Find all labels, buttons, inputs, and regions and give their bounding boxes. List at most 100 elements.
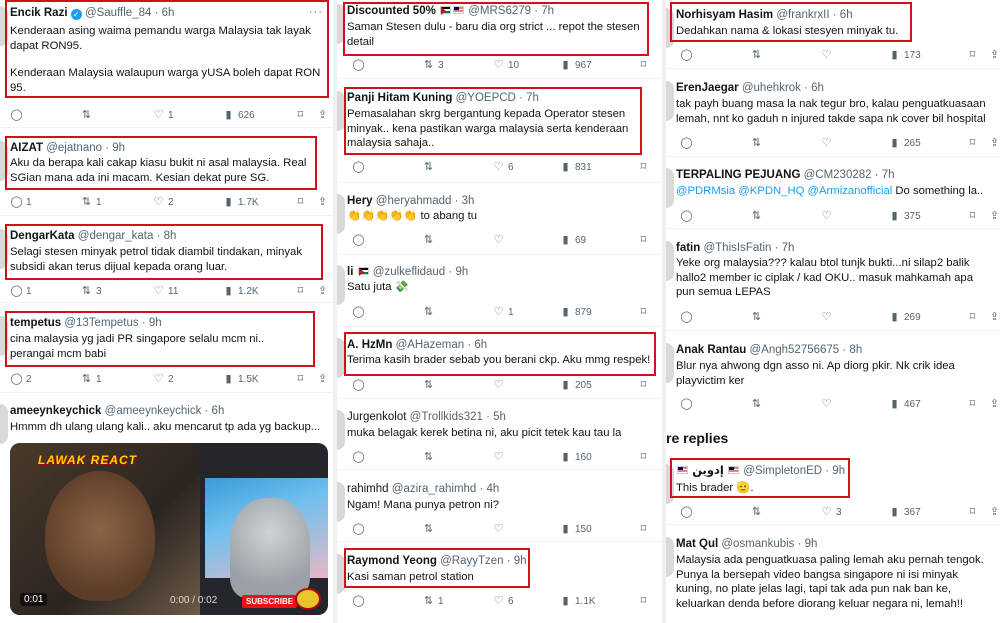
author-handle[interactable]: @Angh52756675 <box>750 344 840 356</box>
author-name[interactable]: rahimhd <box>347 483 389 495</box>
bookmark-button[interactable]: ⌑ <box>294 372 307 386</box>
reply-button[interactable]: ◯ <box>352 450 365 464</box>
retweet-button[interactable]: ⇅ <box>750 397 763 411</box>
tweet-time[interactable]: · 5h <box>486 411 506 423</box>
author-handle[interactable]: @Trollkids321 <box>410 411 483 423</box>
avatar[interactable] <box>337 265 345 305</box>
share-button[interactable]: ⇪ <box>316 372 329 386</box>
like-button[interactable]: ♡ <box>820 310 833 324</box>
bookmark-button[interactable]: ⌑ <box>637 594 650 608</box>
views-button[interactable]: ▮ 831 <box>559 160 591 174</box>
retweet-button[interactable]: ⇅ <box>422 450 435 464</box>
bookmark-button[interactable]: ⌑ <box>966 505 979 519</box>
share-button[interactable]: ⇪ <box>988 505 1000 519</box>
bookmark-button[interactable]: ⌑ <box>966 397 979 411</box>
tweet[interactable]: rahimhd @azira_rahimhd · 4h Ngam! Mana p… <box>337 482 662 538</box>
share-button[interactable]: ⇪ <box>316 108 329 122</box>
bookmark-button[interactable]: ⌑ <box>966 136 979 150</box>
author-name[interactable]: Anak Rantau <box>676 344 746 356</box>
subscribe-button[interactable]: SUBSCRIBE <box>242 595 298 608</box>
bookmark-button[interactable]: ⌑ <box>966 209 979 223</box>
bookmark-button[interactable]: ⌑ <box>637 233 650 247</box>
reply-button[interactable]: ◯ <box>352 522 365 536</box>
reply-button[interactable]: ◯ 1 <box>10 284 31 298</box>
views-button[interactable]: ▮ 150 <box>559 522 591 536</box>
tweet[interactable]: Jurgenkolot @Trollkids321 · 5h muka bela… <box>337 410 662 466</box>
avatar[interactable] <box>666 537 674 577</box>
like-button[interactable]: ♡ <box>820 209 833 223</box>
author-handle[interactable]: @uhehkrok <box>742 82 801 94</box>
tweet-time[interactable]: · 6h <box>804 82 824 94</box>
like-button[interactable]: ♡ 6 <box>492 160 514 174</box>
tweet-time[interactable]: · 9h <box>798 538 818 550</box>
author-handle[interactable]: @heryahmadd <box>376 195 452 207</box>
bookmark-button[interactable]: ⌑ <box>637 522 650 536</box>
bookmark-button[interactable]: ⌑ <box>966 48 979 62</box>
tweet[interactable]: ameeynkeychick @ameeynkeychick · 6h Hmmm… <box>0 404 333 444</box>
author-handle[interactable]: @zulkeflidaud <box>373 266 445 278</box>
reply-button[interactable]: ◯ <box>680 209 693 223</box>
author-name[interactable]: fatin <box>676 242 700 254</box>
bookmark-button[interactable]: ⌑ <box>637 450 650 464</box>
retweet-button[interactable]: ⇅ <box>750 48 763 62</box>
like-button[interactable]: ♡ <box>820 48 833 62</box>
views-button[interactable]: ▮ 1.1K <box>559 594 595 608</box>
views-button[interactable]: ▮ 269 <box>888 310 920 324</box>
retweet-button[interactable]: ⇅ 1 <box>80 372 102 386</box>
tweet-time[interactable]: · 7h <box>875 169 895 181</box>
like-button[interactable]: ♡ 10 <box>492 58 520 72</box>
share-button[interactable]: ⇪ <box>316 284 329 298</box>
author-handle[interactable]: @azira_rahimhd <box>392 483 477 495</box>
tweet[interactable]: ErenJaegar @uhehkrok · 6h tak payh buang… <box>666 81 1000 153</box>
reply-button[interactable]: ◯ <box>680 136 693 150</box>
reply-button[interactable]: ◯ <box>352 160 365 174</box>
like-button[interactable]: ♡ 2 <box>152 195 174 209</box>
bookmark-button[interactable]: ⌑ <box>294 284 307 298</box>
author-name[interactable]: Jurgenkolot <box>347 411 406 423</box>
share-button[interactable]: ⇪ <box>316 195 329 209</box>
share-button[interactable]: ⇪ <box>988 397 1000 411</box>
avatar[interactable] <box>0 404 8 444</box>
bookmark-button[interactable]: ⌑ <box>637 160 650 174</box>
views-button[interactable]: ▮ 160 <box>559 450 591 464</box>
tweet[interactable]: Hery @heryahmadd · 3h 👏👏👏👏👏 to abang tu … <box>337 194 662 250</box>
bookmark-button[interactable]: ⌑ <box>294 195 307 209</box>
retweet-button[interactable]: ⇅ 1 <box>80 195 102 209</box>
reply-button[interactable]: ◯ <box>680 505 693 519</box>
tweet[interactable]: fatin @ThisIsFatin · 7h Yeke org malaysi… <box>666 241 1000 327</box>
tweet-time[interactable]: · 6h <box>205 405 225 417</box>
views-button[interactable]: ▮ 173 <box>888 48 920 62</box>
like-button[interactable]: ♡ <box>820 136 833 150</box>
tweet-time[interactable]: · 3h <box>455 195 475 207</box>
share-button[interactable]: ⇪ <box>988 310 1000 324</box>
mention-link[interactable]: @PDRMsia @KPDN_HQ @Armizanofficial <box>676 185 892 197</box>
retweet-button[interactable]: ⇅ <box>422 233 435 247</box>
tweet[interactable]: TERPALING PEJUANG @CM230282 · 7h @PDRMsi… <box>666 168 1000 224</box>
retweet-button[interactable]: ⇅ <box>750 209 763 223</box>
video-player[interactable]: LAWAK REACT 0:01 0:00 / 0:02 SUBSCRIBE <box>10 443 328 615</box>
reply-button[interactable]: ◯ <box>352 58 365 72</box>
bookmark-button[interactable]: ⌑ <box>294 108 307 122</box>
author-name[interactable]: li <box>347 266 353 278</box>
bookmark-button[interactable]: ⌑ <box>637 378 650 392</box>
views-button[interactable]: ▮ 1.2K <box>222 284 258 298</box>
retweet-button[interactable]: ⇅ <box>750 505 763 519</box>
avatar[interactable] <box>337 482 345 522</box>
like-button[interactable]: ♡ 3 <box>820 505 842 519</box>
reply-button[interactable]: ◯ <box>680 48 693 62</box>
author-handle[interactable]: @osmankubis <box>721 538 794 550</box>
tweet[interactable]: li @zulkeflidaud · 9h Satu juta 💸 ◯ ⇅ ♡ 1… <box>337 265 662 321</box>
views-button[interactable]: ▮ 626 <box>222 108 254 122</box>
tweet-time[interactable]: · 9h <box>448 266 468 278</box>
retweet-button[interactable]: ⇅ <box>422 305 435 319</box>
author-handle[interactable]: @ThisIsFatin <box>703 242 771 254</box>
views-button[interactable]: ▮ 69 <box>559 233 586 247</box>
views-button[interactable]: ▮ 1.7K <box>222 195 258 209</box>
bookmark-button[interactable]: ⌑ <box>637 58 650 72</box>
avatar[interactable] <box>666 343 674 383</box>
like-button[interactable]: ♡ <box>492 378 505 392</box>
tweet[interactable]: Mat Qul @osmankubis · 9h Malaysia ada pe… <box>666 537 1000 623</box>
like-button[interactable]: ♡ <box>820 397 833 411</box>
reply-button[interactable]: ◯ <box>352 378 365 392</box>
views-button[interactable]: ▮ 265 <box>888 136 920 150</box>
